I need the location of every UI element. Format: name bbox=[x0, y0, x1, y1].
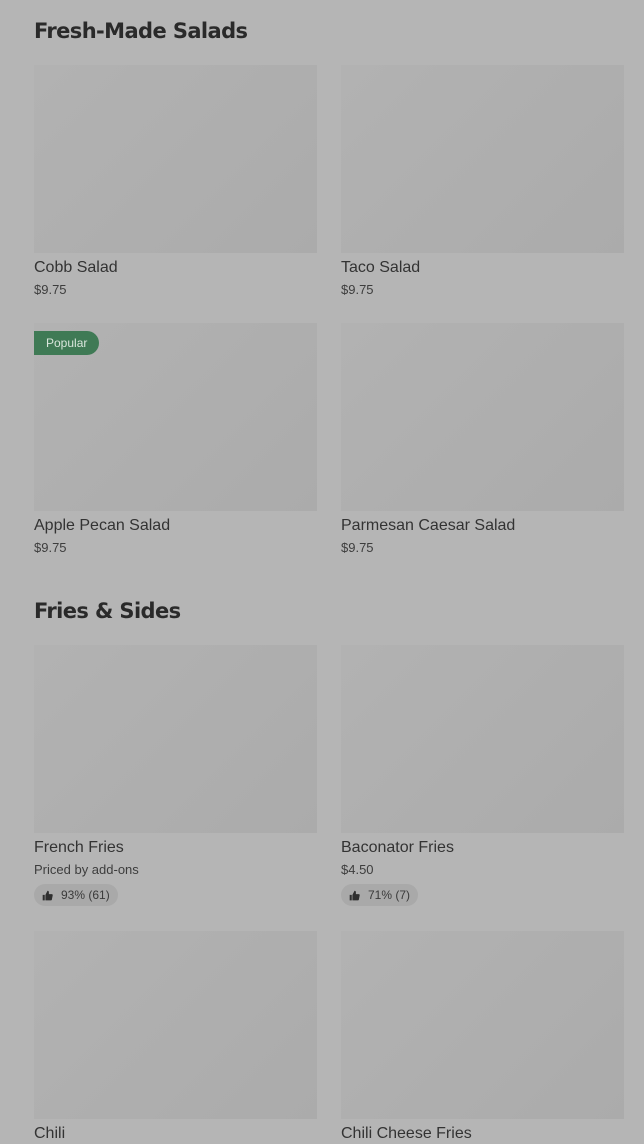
menu-item-parmesan-caesar-salad[interactable]: Parmesan Caesar Salad $9.75 bbox=[341, 323, 624, 556]
item-image bbox=[341, 323, 624, 511]
rating-badge: 93% (61) bbox=[34, 884, 118, 906]
item-image bbox=[34, 645, 317, 833]
item-price: $9.75 bbox=[34, 540, 67, 555]
rating-text: 71% (7) bbox=[368, 888, 411, 902]
rating-badge: 71% (7) bbox=[341, 884, 419, 906]
item-name: Chili Cheese Fries bbox=[341, 1125, 472, 1142]
item-name: Taco Salad bbox=[341, 259, 421, 276]
item-price: $9.75 bbox=[341, 282, 374, 297]
thumbs-up-icon bbox=[349, 890, 360, 900]
item-name: Apple Pecan Salad bbox=[34, 517, 171, 534]
item-price: Priced by add-ons bbox=[34, 862, 139, 877]
menu-item-apple-pecan-salad[interactable]: Popular Apple Pecan Salad $9.75 bbox=[34, 323, 317, 556]
section-title-fries-sides: Fries & Sides bbox=[34, 599, 181, 623]
item-name: French Fries bbox=[34, 839, 124, 856]
item-image: Popular bbox=[34, 323, 317, 511]
item-image bbox=[341, 645, 624, 833]
item-name: Baconator Fries bbox=[341, 839, 454, 856]
item-price: $4.50 bbox=[341, 862, 374, 877]
item-name: Chili bbox=[34, 1125, 66, 1142]
menu-item-chili[interactable]: Chili bbox=[34, 931, 317, 1144]
item-image bbox=[341, 931, 624, 1119]
section-title-salads: Fresh-Made Salads bbox=[34, 19, 248, 43]
menu-item-baconator-fries[interactable]: Baconator Fries $4.50 71% (7) bbox=[341, 645, 624, 906]
item-image bbox=[34, 65, 317, 253]
menu-item-taco-salad[interactable]: Taco Salad $9.75 bbox=[341, 65, 624, 298]
rating-text: 93% (61) bbox=[61, 888, 110, 902]
popular-badge: Popular bbox=[34, 331, 100, 355]
item-name: Parmesan Caesar Salad bbox=[341, 517, 516, 534]
menu-item-chili-cheese-fries[interactable]: Chili Cheese Fries bbox=[341, 931, 624, 1144]
item-image bbox=[34, 931, 317, 1119]
item-price: $9.75 bbox=[341, 540, 374, 555]
item-image bbox=[341, 65, 624, 253]
item-price: $9.75 bbox=[34, 282, 67, 297]
menu-item-cobb-salad[interactable]: Cobb Salad $9.75 bbox=[34, 65, 317, 298]
item-name: Cobb Salad bbox=[34, 259, 118, 276]
menu-item-french-fries[interactable]: French Fries Priced by add-ons 93% (61) bbox=[34, 645, 317, 906]
thumbs-up-icon bbox=[42, 890, 53, 900]
